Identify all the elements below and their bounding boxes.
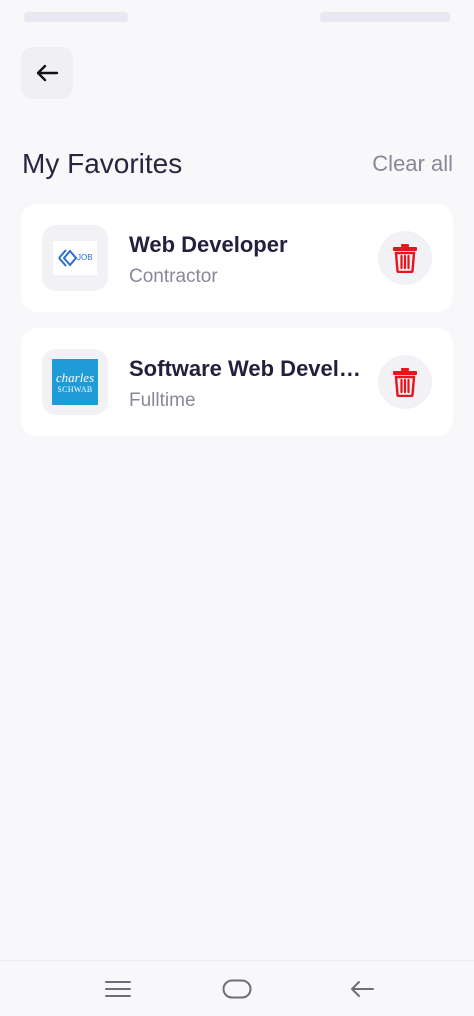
job-title: Web Developer bbox=[129, 232, 288, 257]
back-button[interactable] bbox=[21, 47, 73, 99]
job-logo-icon: JOB bbox=[53, 241, 97, 275]
trash-icon bbox=[393, 368, 417, 397]
logo-text: SCHWAB bbox=[57, 384, 93, 394]
page-title: My Favorites bbox=[22, 148, 183, 179]
charles-schwab-logo: charles SCHWAB bbox=[51, 358, 99, 406]
job-logo: JOB bbox=[51, 234, 99, 282]
status-right-indicators bbox=[320, 12, 450, 22]
favorite-card[interactable]: charles SCHWAB Software Web Developer Fu… bbox=[21, 328, 453, 436]
nav-home-button[interactable] bbox=[217, 975, 257, 1003]
delete-favorite-button[interactable] bbox=[378, 231, 432, 285]
system-nav-bar bbox=[0, 960, 474, 1016]
status-bar bbox=[0, 0, 474, 36]
status-left-indicators bbox=[24, 12, 128, 22]
company-logo: charles SCHWAB bbox=[42, 349, 108, 415]
job-type: Contractor bbox=[129, 266, 218, 287]
nav-back-button[interactable] bbox=[342, 975, 382, 1003]
favorites-screen: My Favorites Clear all JOB Web Developer… bbox=[0, 0, 474, 1016]
back-icon bbox=[351, 981, 374, 997]
svg-text:JOB: JOB bbox=[77, 253, 93, 262]
trash-icon bbox=[393, 244, 417, 273]
job-type: Fulltime bbox=[129, 390, 196, 411]
job-title: Software Web Developer bbox=[129, 356, 361, 381]
nav-menu-button[interactable] bbox=[98, 975, 138, 1003]
home-icon bbox=[222, 979, 252, 999]
delete-favorite-button[interactable] bbox=[378, 355, 432, 409]
company-logo: JOB bbox=[42, 225, 108, 291]
logo-text: charles bbox=[55, 369, 95, 385]
clear-all-button[interactable]: Clear all bbox=[372, 151, 453, 177]
arrow-left-icon bbox=[36, 64, 59, 82]
favorite-card[interactable]: JOB Web Developer Contractor bbox=[21, 204, 453, 312]
menu-icon bbox=[105, 981, 131, 997]
